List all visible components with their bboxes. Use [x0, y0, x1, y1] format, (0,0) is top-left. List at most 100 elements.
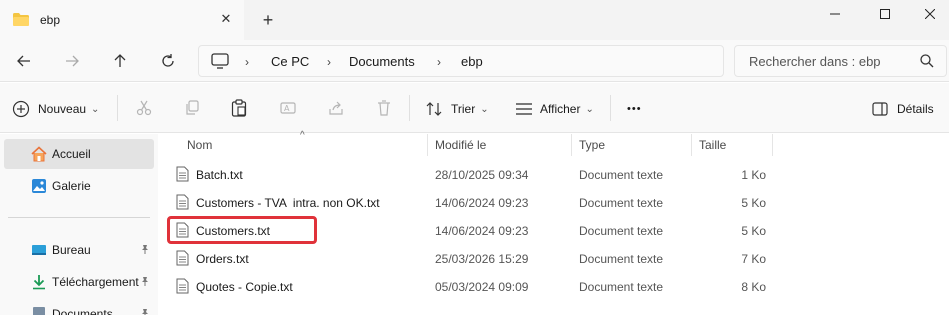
- file-row[interactable]: Orders.txt 25/03/2026 15:29 Document tex…: [160, 245, 949, 273]
- file-modified: 14/06/2024 09:23: [435, 196, 529, 210]
- file-size: 5 Ko: [741, 224, 766, 238]
- file-name: Customers - TVA intra. non OK.txt: [196, 196, 380, 210]
- cut-button[interactable]: [134, 98, 154, 118]
- search-input[interactable]: Rechercher dans : ebp: [749, 54, 881, 69]
- file-type: Document texte: [579, 168, 664, 182]
- breadcrumb-ce-pc[interactable]: Ce PC: [271, 54, 309, 69]
- computer-icon: [211, 53, 229, 72]
- column-divider[interactable]: [427, 134, 428, 156]
- text-file-icon: [176, 250, 189, 269]
- search-box[interactable]: Rechercher dans : ebp: [734, 45, 947, 77]
- copy-icon: [186, 100, 199, 115]
- breadcrumb-separator: ›: [245, 55, 249, 69]
- view-button-label: Afficher: [540, 102, 581, 116]
- new-tab-button[interactable]: +: [258, 10, 278, 30]
- rename-button[interactable]: A: [278, 98, 298, 118]
- sidebar-item-accueil[interactable]: Accueil: [4, 139, 154, 169]
- breadcrumb-separator: ›: [437, 55, 441, 69]
- breadcrumb-separator: ›: [327, 55, 331, 69]
- column-header-modified[interactable]: Modifié le: [435, 134, 486, 156]
- forward-button[interactable]: [60, 49, 84, 73]
- sidebar-item-documents[interactable]: Documents: [4, 299, 154, 315]
- file-type: Document texte: [579, 252, 664, 266]
- close-window-button[interactable]: [907, 0, 949, 28]
- maximize-icon: [880, 9, 890, 19]
- navigation-pane: Accueil Galerie Bureau Téléchargement Do…: [0, 134, 158, 315]
- file-modified: 14/06/2024 09:23: [435, 224, 529, 238]
- desktop-icon: [31, 242, 47, 258]
- text-file-icon: [176, 278, 189, 297]
- gallery-icon: [31, 178, 47, 194]
- documents-icon: [31, 306, 47, 315]
- pin-icon[interactable]: [140, 276, 150, 289]
- address-bar[interactable]: › Ce PC › Documents › ebp: [198, 45, 724, 77]
- file-size: 7 Ko: [741, 252, 766, 266]
- details-button[interactable]: Détails: [872, 98, 934, 120]
- minimize-icon: [830, 13, 840, 15]
- chevron-down-icon: ⌄: [585, 103, 594, 115]
- sort-button[interactable]: Trier ⌄: [426, 98, 489, 120]
- close-tab-icon[interactable]: ✕: [217, 10, 235, 28]
- view-list-icon: [516, 103, 532, 115]
- breadcrumb-ebp[interactable]: ebp: [461, 54, 483, 69]
- column-divider[interactable]: [772, 134, 773, 156]
- refresh-button[interactable]: [156, 49, 180, 73]
- tab-ebp[interactable]: ebp ✕: [0, 0, 244, 40]
- pin-icon[interactable]: [140, 308, 150, 315]
- sidebar-item-telechargement[interactable]: Téléchargement: [4, 267, 154, 297]
- back-button[interactable]: [12, 49, 36, 73]
- file-row[interactable]: Customers - TVA intra. non OK.txt 14/06/…: [160, 189, 949, 217]
- chevron-down-icon: ⌄: [91, 103, 100, 115]
- sidebar-item-label: Téléchargement: [52, 275, 139, 289]
- maximize-button[interactable]: [862, 0, 908, 28]
- view-button[interactable]: Afficher ⌄: [515, 98, 594, 120]
- sidebar-item-bureau[interactable]: Bureau: [4, 235, 154, 265]
- file-type: Document texte: [579, 280, 664, 294]
- paste-button[interactable]: [229, 98, 249, 118]
- delete-button[interactable]: [374, 98, 394, 118]
- up-button[interactable]: [108, 49, 132, 73]
- sort-button-label: Trier: [451, 102, 476, 116]
- file-row[interactable]: Quotes - Copie.txt 05/03/2024 09:09 Docu…: [160, 273, 949, 301]
- clipboard-icon: [231, 99, 247, 117]
- sort-ascending-icon: ^: [300, 130, 305, 141]
- copy-button[interactable]: [182, 98, 202, 118]
- breadcrumb-documents[interactable]: Documents: [349, 54, 415, 69]
- file-modified: 05/03/2024 09:09: [435, 280, 529, 294]
- close-icon: [925, 9, 935, 19]
- share-button[interactable]: [326, 98, 346, 118]
- file-size: 1 Ko: [741, 168, 766, 182]
- sort-icon: [426, 102, 442, 116]
- sidebar-divider: [8, 217, 150, 218]
- column-divider[interactable]: [691, 134, 692, 156]
- download-icon: [31, 274, 47, 290]
- highlight-box: [167, 216, 317, 244]
- column-header-type[interactable]: Type: [579, 134, 605, 156]
- svg-text:A: A: [284, 104, 290, 113]
- column-header-name[interactable]: Nom: [187, 134, 212, 156]
- sidebar-item-label: Bureau: [52, 243, 91, 257]
- minimize-button[interactable]: [812, 0, 858, 28]
- new-button[interactable]: Nouveau ⌄: [12, 98, 99, 120]
- sidebar-item-label: Documents: [52, 307, 113, 315]
- navigation-bar: › Ce PC › Documents › ebp Rechercher dan…: [0, 40, 949, 82]
- column-divider[interactable]: [571, 134, 572, 156]
- add-icon: [12, 100, 30, 118]
- details-pane-icon: [872, 102, 888, 116]
- pin-icon[interactable]: [140, 244, 150, 257]
- scissors-icon: [136, 100, 152, 116]
- more-options-button[interactable]: •••: [627, 98, 642, 120]
- search-icon: [920, 54, 934, 71]
- arrow-left-icon: [17, 55, 30, 67]
- file-name: Orders.txt: [196, 252, 249, 266]
- column-header-size[interactable]: Taille: [699, 134, 726, 156]
- file-name: Batch.txt: [196, 168, 243, 182]
- details-button-label: Détails: [897, 102, 934, 116]
- text-file-icon: [176, 194, 189, 213]
- file-size: 5 Ko: [741, 196, 766, 210]
- sidebar-item-galerie[interactable]: Galerie: [4, 171, 154, 201]
- rename-icon: A: [280, 102, 296, 114]
- new-button-label: Nouveau: [38, 102, 87, 116]
- refresh-icon: [162, 54, 174, 67]
- file-row[interactable]: Batch.txt 28/10/2025 09:34 Document text…: [160, 161, 949, 189]
